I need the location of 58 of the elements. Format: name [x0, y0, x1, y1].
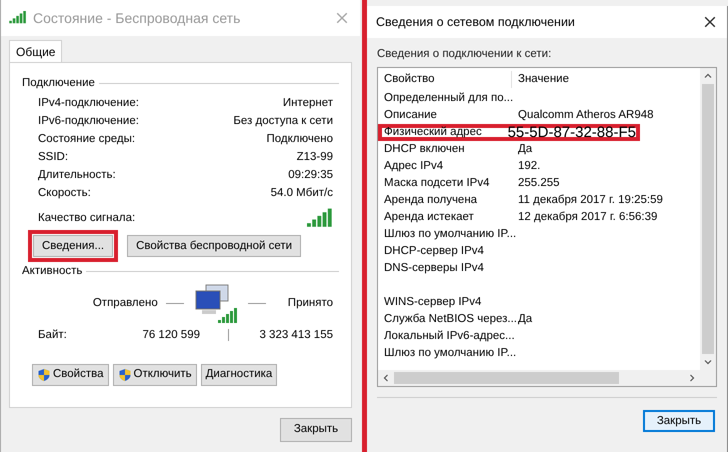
shield-icon: [118, 368, 132, 382]
list-caption: Сведения о подключении к сети:: [377, 47, 552, 62]
field-label: Байт:: [38, 328, 68, 342]
column-header[interactable]: Свойство: [384, 70, 512, 88]
field-label: Качество сигнала:: [38, 211, 136, 226]
details-button[interactable]: Сведения...: [33, 235, 114, 258]
section-heading: Подключение: [22, 76, 95, 91]
field-label: SSID:: [38, 150, 68, 165]
property-cell-text: DHCP-сервер IPv4: [384, 244, 485, 260]
field-value: Подключено: [266, 132, 333, 147]
close-icon[interactable]: [704, 16, 716, 28]
horizontal-scrollbar[interactable]: [378, 370, 716, 386]
sent-label: Отправлено: [92, 296, 158, 311]
value-cell-text: Да: [517, 142, 532, 158]
received-bytes: 3 323 413 155: [258, 328, 333, 342]
property-cell-text: WINS-сервер IPv4: [384, 295, 482, 310]
property-cell-text: Локальный IPv6-адрес...: [384, 329, 512, 344]
details-button[interactable]: Свойства беспроводной сети: [127, 235, 302, 258]
received-label: Принято: [288, 296, 333, 311]
field-value: 54.0 Мбит/с: [270, 186, 333, 201]
field-value: Без доступа к сети: [233, 114, 333, 129]
field-label: Состояние среды:: [38, 132, 136, 147]
property-cell-text: Описание: [384, 108, 438, 124]
signal-icon: [9, 11, 27, 25]
property-cell-text: DNS-серверы IPv4: [384, 261, 485, 276]
field-label: Длительность:: [38, 168, 116, 183]
tab[interactable]: Общие: [9, 40, 62, 62]
action-button[interactable]: Отключить: [112, 364, 197, 386]
field-value: 09:29:35: [288, 168, 333, 183]
sent-bytes: 76 120 599: [141, 328, 200, 342]
window-title: Состояние - Беспроводная сеть: [33, 8, 242, 28]
property-cell-text: Адрес IPv4: [384, 159, 444, 174]
field-value: Интернет: [282, 96, 333, 111]
value-cell-text: 55-5D-87-32-88-F5: [506, 122, 636, 142]
vertical-scrollbar[interactable]: [700, 68, 716, 370]
field-value: Z13-99: [296, 150, 333, 165]
property-cell-text: Аренда истекает: [384, 210, 475, 226]
property-cell-text: Физический адрес: [384, 125, 483, 140]
close-button[interactable]: Закрыть: [280, 418, 352, 442]
property-cell-text: DHCP включен: [384, 142, 466, 158]
property-cell-text: Аренда получена: [384, 193, 478, 208]
action-button[interactable]: Диагностика: [200, 364, 278, 386]
field-label: Скорость:: [38, 186, 91, 201]
value-cell-text: 255.255: [517, 176, 560, 192]
value-cell-text: 12 декабря 2017 г. 6:56:39: [517, 210, 658, 226]
action-button[interactable]: Свойства: [32, 364, 108, 386]
value-cell-text: Qualcomm Atheros AR948: [517, 108, 654, 124]
property-cell-text: Маска подсети IPv4: [384, 176, 490, 192]
field-label: IPv4-подключение:: [38, 96, 139, 111]
value-cell-text: 192.: [517, 159, 540, 174]
property-cell-text: Определенный для по...: [384, 91, 512, 106]
section-heading: Активность: [22, 264, 82, 280]
column-header[interactable]: Значение: [512, 70, 569, 88]
field-label: IPv6-подключение:: [38, 114, 139, 129]
window-title: Сведения о сетевом подключении: [376, 14, 576, 31]
value-cell-text: 11 декабря 2017 г. 19:25:59: [517, 193, 663, 208]
close-button[interactable]: Закрыть: [643, 410, 715, 432]
shield-icon: [37, 368, 51, 382]
